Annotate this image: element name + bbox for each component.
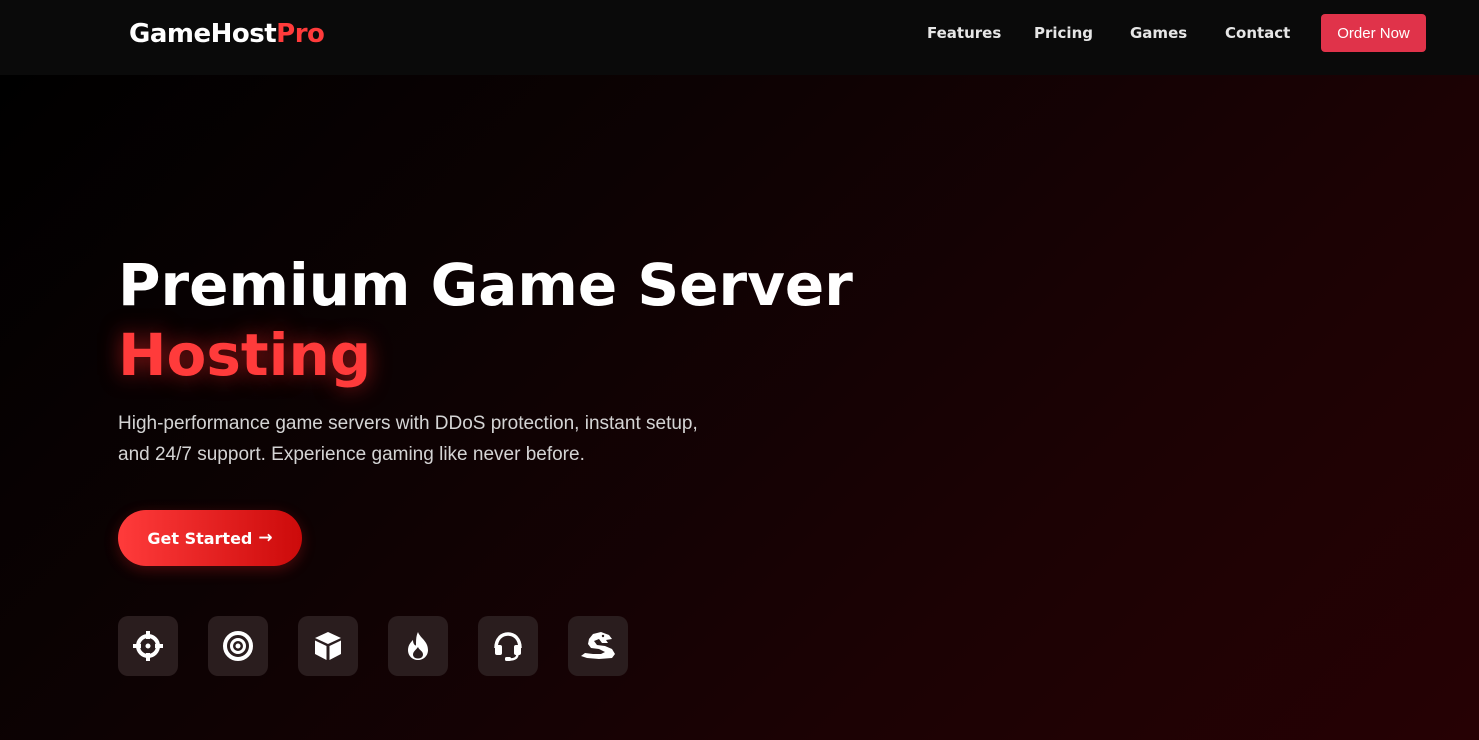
game-tile-crosshairs[interactable] (118, 616, 178, 676)
brand-name-accent: Pro (276, 19, 325, 49)
nav-link-features[interactable]: Features (927, 24, 1001, 42)
game-tile-cube[interactable] (298, 616, 358, 676)
crosshairs-icon (133, 631, 163, 661)
game-tile-headset[interactable] (478, 616, 538, 676)
hero-section: Premium Game Server Hosting High-perform… (0, 75, 1479, 740)
brand-logo[interactable]: GameHostPro (129, 19, 325, 49)
nav-link-contact[interactable]: Contact (1225, 24, 1290, 42)
nav-link-games[interactable]: Games (1130, 24, 1187, 42)
hero-title-line1: Premium Game Server (118, 251, 853, 319)
hero-title: Premium Game Server Hosting (118, 250, 853, 390)
arrow-right-icon: → (258, 528, 273, 548)
hero-subtitle: High-performance game servers with DDoS … (118, 413, 698, 465)
game-icons-row (118, 616, 628, 676)
brand-name-main: GameHost (129, 19, 277, 49)
game-tile-dragon[interactable] (568, 616, 628, 676)
get-started-button[interactable]: Get Started → (118, 510, 302, 566)
hero-title-accent: Hosting (118, 321, 372, 389)
nav-link-pricing[interactable]: Pricing (1034, 24, 1093, 42)
order-now-button[interactable]: Order Now (1321, 14, 1426, 52)
dragon-icon (581, 632, 615, 659)
cube-icon (315, 632, 341, 660)
bullseye-icon (223, 631, 253, 661)
game-tile-bullseye[interactable] (208, 616, 268, 676)
fire-icon (408, 632, 428, 660)
headset-icon (494, 632, 522, 661)
game-tile-fire[interactable] (388, 616, 448, 676)
navbar: GameHostPro Features Pricing Games Conta… (0, 0, 1479, 75)
get-started-label: Get Started (147, 528, 253, 548)
